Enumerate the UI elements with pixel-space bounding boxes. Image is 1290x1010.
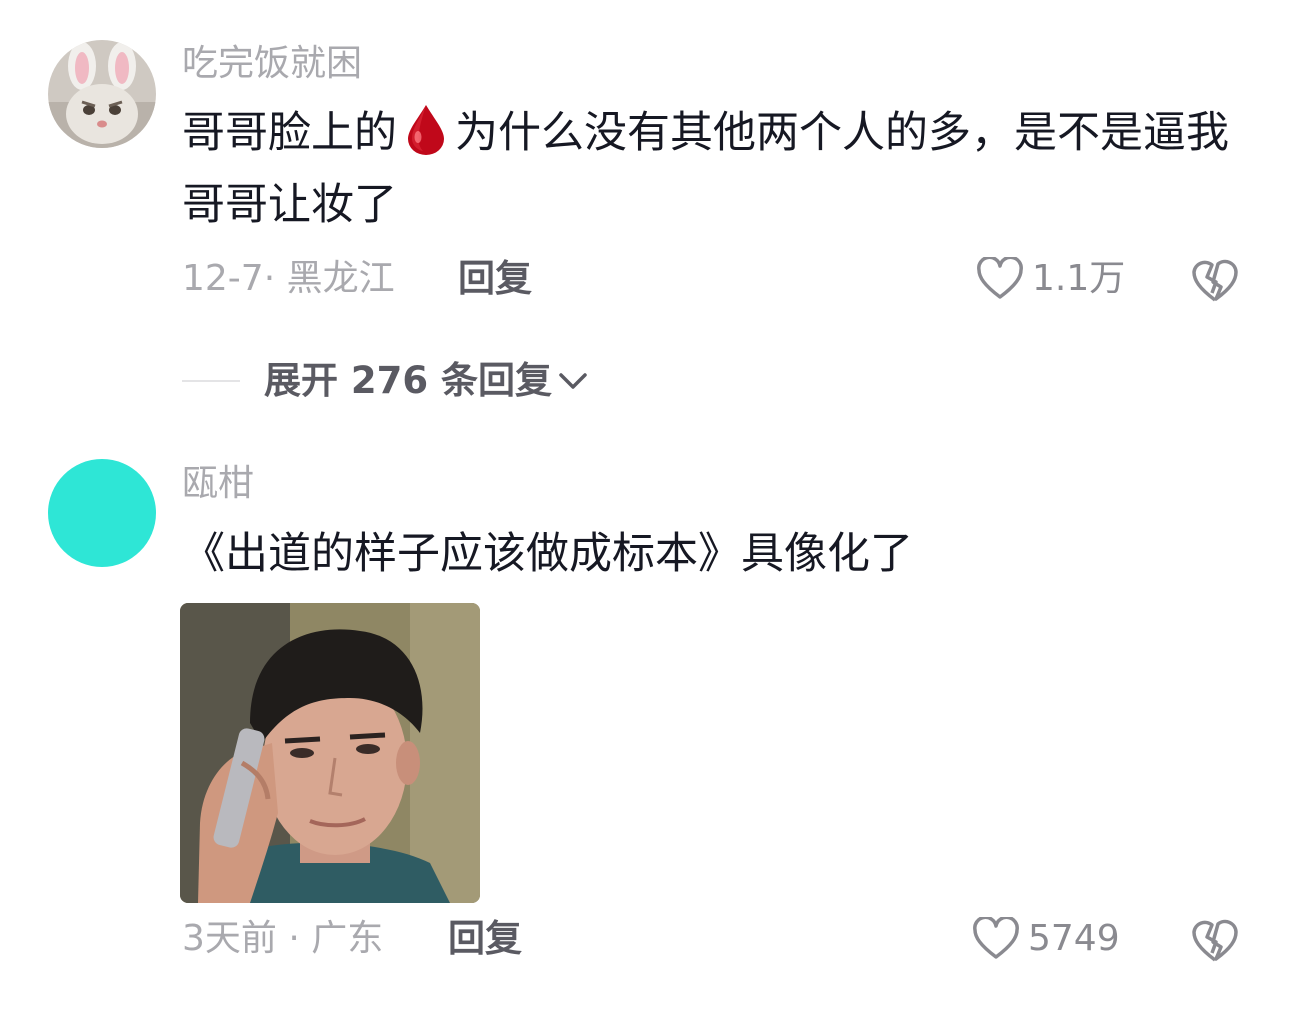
comment-text: 《出道的样子应该做成标本》具像化了: [182, 529, 913, 579]
comment-image[interactable]: [180, 603, 480, 903]
avatar[interactable]: [48, 40, 156, 148]
divider: [182, 380, 240, 382]
expand-replies-button[interactable]: 展开 276 条回复: [182, 356, 588, 406]
avatar[interactable]: [48, 459, 156, 567]
man-on-phone-photo: [180, 603, 480, 903]
reply-button[interactable]: 回复: [448, 914, 522, 964]
dislike-broken-heart-icon[interactable]: [1190, 256, 1240, 304]
comment-username[interactable]: 吃完饭就困: [182, 42, 362, 86]
comment-meta: 12-7· 黑龙江 回复 1.1万: [182, 254, 1252, 304]
comment-time-location: 3天前 · 广东: [182, 918, 384, 959]
comment-time-location: 12-7· 黑龙江: [182, 258, 395, 299]
like-count: 5749: [1028, 918, 1120, 959]
bunny-cat-avatar-icon: [48, 40, 156, 148]
like-button[interactable]: 5749: [972, 914, 1120, 964]
reply-button[interactable]: 回复: [458, 254, 532, 304]
like-button[interactable]: 1.1万: [976, 254, 1125, 304]
comment-meta: 3天前 · 广东 回复 5749: [182, 914, 1252, 964]
comment-text: 哥哥脸上的 为什么没有其他两个人的多，是不是逼我哥哥让妆了: [182, 97, 1252, 241]
heart-icon: [977, 257, 1023, 299]
blood-drop-icon: [408, 105, 444, 155]
dislike-broken-heart-icon[interactable]: [1190, 916, 1240, 964]
expand-replies-label: 展开 276 条回复: [264, 359, 552, 402]
comment-text-part: 哥哥脸上的: [182, 108, 397, 158]
comment-username[interactable]: 瓯柑: [182, 462, 254, 506]
like-count: 1.1万: [1032, 258, 1126, 299]
chevron-down-icon: [559, 373, 587, 389]
heart-icon: [973, 917, 1019, 959]
